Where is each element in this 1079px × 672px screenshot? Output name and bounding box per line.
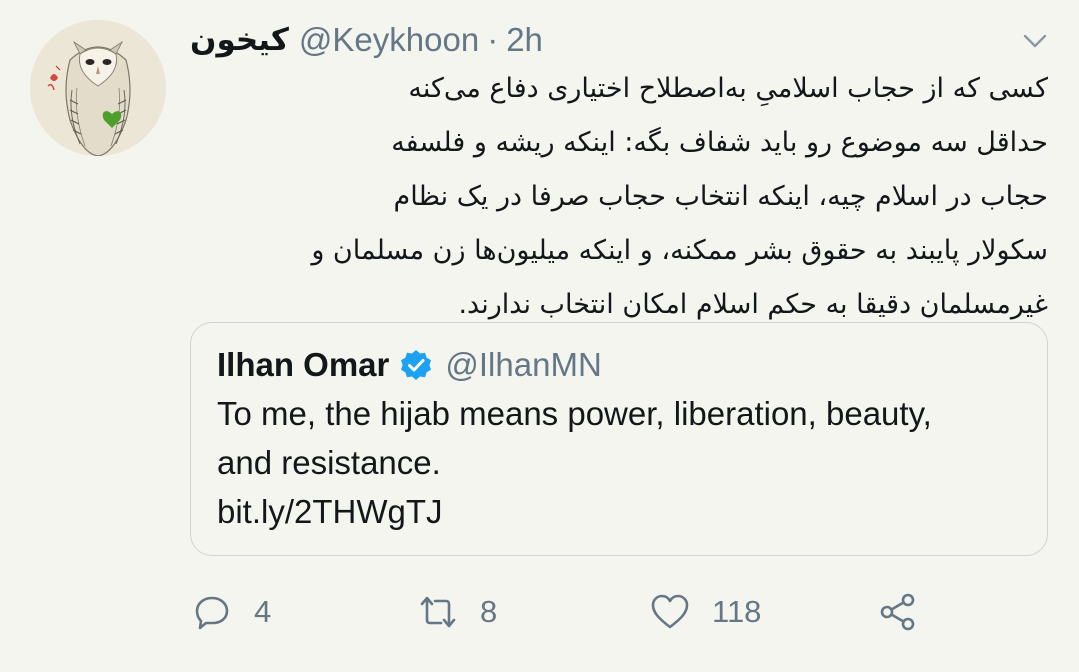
verified-badge bbox=[399, 348, 433, 382]
quoted-tweet-body: To me, the hijab means power, liberation… bbox=[217, 389, 1027, 536]
tweet-timestamp[interactable]: 2h bbox=[506, 21, 543, 59]
avatar[interactable] bbox=[30, 20, 166, 156]
header-separator: · bbox=[487, 21, 499, 58]
tweet-actions: 4 8 118 bbox=[0, 584, 1079, 640]
quoted-author-handle: @IlhanMN bbox=[445, 346, 602, 383]
share-button[interactable] bbox=[878, 584, 918, 640]
reply-icon bbox=[192, 592, 232, 632]
like-button[interactable]: 118 bbox=[650, 584, 761, 640]
quoted-tweet-line: and resistance. bbox=[217, 444, 441, 481]
quoted-tweet-link[interactable]: bit.ly/2THWgTJ bbox=[217, 487, 1027, 536]
like-count: 118 bbox=[712, 594, 762, 629]
tweet-header: کیخون @Keykhoon · 2h bbox=[190, 18, 543, 62]
owl-avatar-icon bbox=[30, 20, 166, 156]
author-display-name[interactable]: کیخون bbox=[190, 22, 289, 58]
reply-button[interactable]: 4 bbox=[192, 584, 271, 640]
quoted-tweet-header: Ilhan Omar @IlhanMN bbox=[217, 343, 602, 387]
tweet-body-line: حداقل سه موضوع رو باید شفاف بگه: اینکه ر… bbox=[391, 127, 1048, 158]
tweet-body-line: سکولار پایبند به حقوق بشر ممکنه، و اینکه… bbox=[311, 235, 1048, 266]
tweet-more-button[interactable] bbox=[1018, 24, 1052, 58]
tweet-body-line: حجاب در اسلام چیه، اینکه انتخاب حجاب صرف… bbox=[393, 181, 1049, 212]
reply-count: 4 bbox=[254, 594, 272, 629]
chevron-down-icon bbox=[1023, 34, 1047, 48]
retweet-icon bbox=[418, 592, 458, 632]
retweet-count: 8 bbox=[480, 594, 498, 629]
retweet-button[interactable]: 8 bbox=[418, 584, 497, 640]
tweet[interactable]: کیخون @Keykhoon · 2h کسی که از حجاب اسلا… bbox=[0, 0, 1079, 672]
quoted-tweet-card[interactable]: Ilhan Omar @IlhanMN To me, the hijab mea… bbox=[190, 322, 1048, 556]
tweet-body: کسی که از حجاب اسلامیِ به‌اصطلاح اختیاری… bbox=[188, 62, 1048, 332]
heart-icon bbox=[650, 592, 690, 632]
verified-badge-icon bbox=[401, 350, 432, 380]
quoted-author-name: Ilhan Omar bbox=[217, 346, 390, 383]
share-icon bbox=[878, 592, 918, 632]
author-handle[interactable]: @Keykhoon bbox=[299, 21, 479, 59]
tweet-body-line: کسی که از حجاب اسلامیِ به‌اصطلاح اختیاری… bbox=[408, 73, 1048, 104]
quoted-tweet-line: To me, the hijab means power, liberation… bbox=[217, 395, 932, 432]
